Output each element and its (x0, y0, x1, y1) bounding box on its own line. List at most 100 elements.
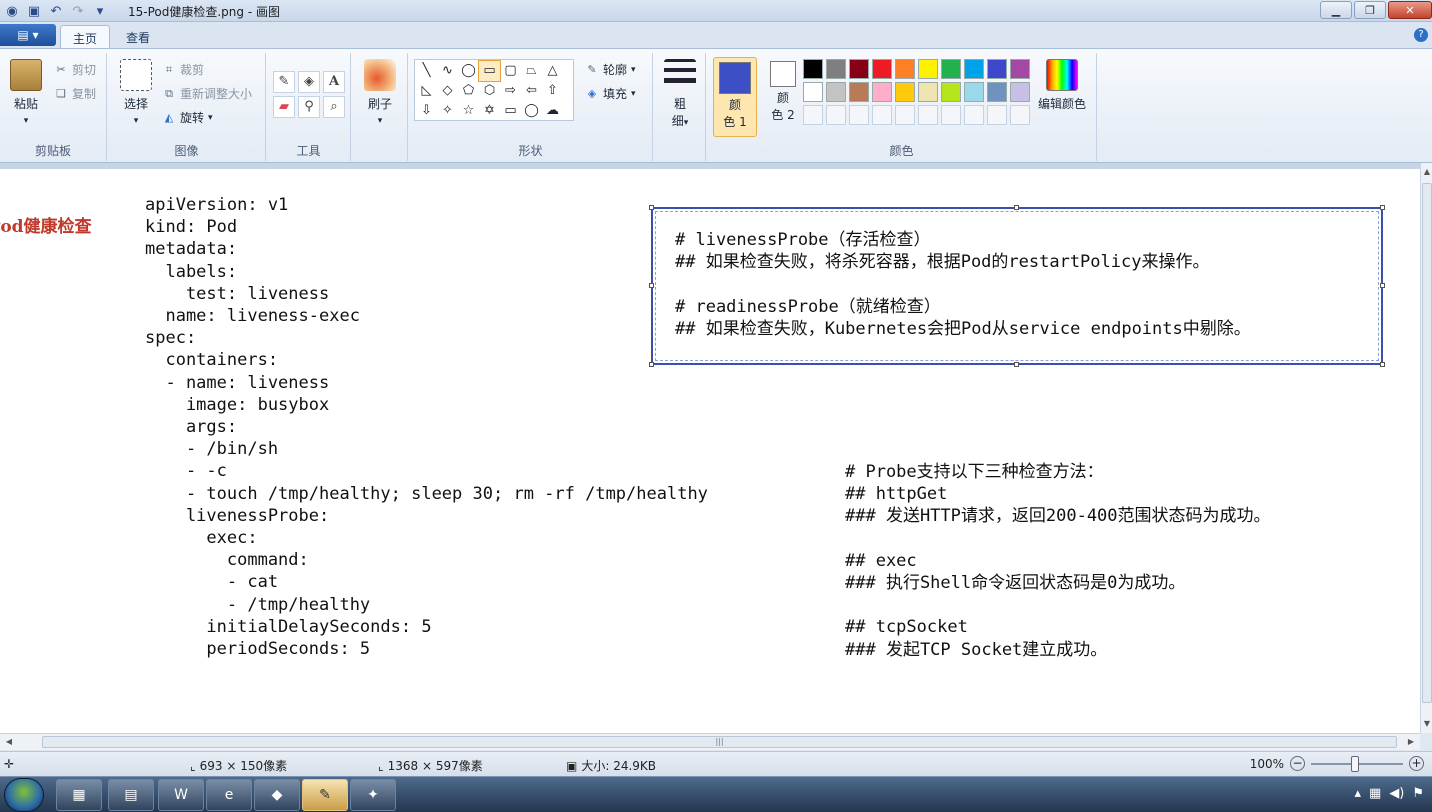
palette-swatch[interactable] (803, 105, 823, 125)
selection-handle[interactable] (1380, 283, 1385, 288)
diamond-shape-icon[interactable]: ◇ (437, 81, 458, 101)
vertical-scrollbar[interactable]: ▲ ▼ (1420, 163, 1432, 733)
polygon-shape-icon[interactable]: ⏢ (521, 61, 542, 81)
selection-handle[interactable] (1014, 362, 1019, 367)
outline-button[interactable]: ✎ 轮廓 ▾ (585, 61, 635, 78)
selection-handle[interactable] (649, 362, 654, 367)
palette-swatch[interactable] (964, 59, 984, 79)
pentagon-shape-icon[interactable]: ⬠ (458, 81, 479, 101)
down-arrow-shape-icon[interactable]: ⇩ (416, 101, 437, 121)
scroll-up-icon[interactable]: ▲ (1421, 165, 1432, 179)
crop-button[interactable]: ⌗ 裁剪 (162, 61, 204, 78)
scroll-left-icon[interactable]: ◀ (2, 735, 16, 749)
palette-swatch[interactable] (895, 82, 915, 102)
palette-swatch[interactable] (872, 59, 892, 79)
color2-button[interactable]: 颜色 2 (763, 61, 803, 123)
help-icon[interactable]: ? (1414, 28, 1428, 42)
curve-shape-icon[interactable]: ∿ (437, 61, 458, 81)
palette-swatch[interactable] (964, 105, 984, 125)
palette-swatch[interactable] (826, 82, 846, 102)
palette-swatch[interactable] (987, 59, 1007, 79)
fill-button[interactable]: ◈ 填充 ▾ (585, 85, 636, 102)
palette-swatch[interactable] (987, 82, 1007, 102)
close-button[interactable]: ✕ (1388, 1, 1432, 19)
palette-swatch[interactable] (987, 105, 1007, 125)
selection-handle[interactable] (1380, 362, 1385, 367)
palette-swatch[interactable] (872, 82, 892, 102)
rectangle-shape-icon[interactable]: ▭ (478, 60, 501, 82)
palette-swatch[interactable] (849, 59, 869, 79)
palette-swatch[interactable] (803, 59, 823, 79)
start-button[interactable] (4, 778, 44, 812)
palette-swatch[interactable] (941, 82, 961, 102)
callout-oval-shape-icon[interactable]: ◯ (521, 101, 542, 121)
selection-handle[interactable] (1014, 205, 1019, 210)
vertical-scroll-thumb[interactable] (1422, 183, 1432, 703)
right-triangle-shape-icon[interactable]: ◺ (416, 81, 437, 101)
up-arrow-shape-icon[interactable]: ⇧ (542, 81, 563, 101)
network-icon[interactable]: ▦ (1369, 786, 1381, 801)
ie-icon[interactable]: e (206, 779, 252, 811)
fill-bucket-icon[interactable]: ◈ (298, 71, 320, 93)
resize-button[interactable]: ⧉ 重新调整大小 (162, 85, 252, 102)
palette-swatch[interactable] (849, 105, 869, 125)
callout-rect-shape-icon[interactable]: ▭ (500, 101, 521, 121)
paste-button[interactable]: 粘贴 ▾ (8, 59, 44, 126)
pencil-icon[interactable]: ✎ (273, 71, 295, 93)
paint-app-icon[interactable]: ◉ (4, 3, 20, 19)
palette-swatch[interactable] (941, 105, 961, 125)
palette-swatch[interactable] (1010, 82, 1030, 102)
explorer-icon[interactable]: ▦ (56, 779, 102, 811)
palette-swatch[interactable] (1010, 105, 1030, 125)
zoom-slider-thumb[interactable] (1351, 755, 1359, 772)
drawing-canvas[interactable]: Pod健康检查 apiVersion: v1kind: Podmetadata:… (0, 169, 1420, 733)
edit-colors-button[interactable]: 编辑颜色 (1033, 59, 1091, 112)
scroll-right-icon[interactable]: ▶ (1404, 735, 1418, 749)
undo-icon[interactable]: ↶ (48, 3, 64, 19)
palette-swatch[interactable] (1010, 59, 1030, 79)
line-shape-icon[interactable]: ╲ (416, 61, 437, 81)
palette-swatch[interactable] (895, 59, 915, 79)
star4-shape-icon[interactable]: ✧ (437, 101, 458, 121)
scroll-down-icon[interactable]: ▼ (1421, 717, 1432, 731)
app2-icon[interactable]: ✦ (350, 779, 396, 811)
paint-icon[interactable]: ✎ (302, 779, 348, 811)
star5-shape-icon[interactable]: ☆ (458, 101, 479, 121)
selected-note-box[interactable]: # livenessProbe（存活检查） ## 如果检查失败，将杀死容器，根据P… (651, 207, 1383, 365)
palette-swatch[interactable] (826, 59, 846, 79)
size-button[interactable]: 粗细▾ (660, 59, 700, 129)
word-icon[interactable]: W (158, 779, 204, 811)
restore-button[interactable]: ❐ (1354, 1, 1386, 19)
save-icon[interactable]: ▣ (26, 3, 42, 19)
right-arrow-shape-icon[interactable]: ⇨ (500, 81, 521, 101)
zoom-in-icon[interactable]: + (1409, 756, 1424, 771)
tray-arrow-icon[interactable]: ▴ (1354, 786, 1361, 801)
palette-swatch[interactable] (964, 82, 984, 102)
dropdown-icon[interactable]: ▾ (92, 3, 108, 19)
star6-shape-icon[interactable]: ✡ (479, 101, 500, 121)
selection-handle[interactable] (649, 283, 654, 288)
palette-swatch[interactable] (826, 105, 846, 125)
redo-icon[interactable]: ↷ (70, 3, 86, 19)
palette-swatch[interactable] (918, 59, 938, 79)
zoom-out-icon[interactable]: − (1290, 756, 1305, 771)
action-center-icon[interactable]: ⚑ (1412, 786, 1424, 801)
palette-swatch[interactable] (849, 82, 869, 102)
triangle-shape-icon[interactable]: △ (542, 61, 563, 81)
volume-icon[interactable]: ◀) (1389, 786, 1404, 801)
selection-handle[interactable] (1380, 205, 1385, 210)
color-picker-icon[interactable]: ⚲ (298, 96, 320, 118)
horizontal-scroll-thumb[interactable]: ||| (42, 736, 1397, 748)
oval-shape-icon[interactable]: ◯ (458, 61, 479, 81)
magnifier-icon[interactable]: ⌕ (323, 96, 345, 118)
palette-swatch[interactable] (803, 82, 823, 102)
select-button[interactable]: 选择 ▾ (116, 59, 156, 126)
left-arrow-shape-icon[interactable]: ⇦ (521, 81, 542, 101)
minimize-button[interactable]: ▁ (1320, 1, 1352, 19)
app-icon[interactable]: ◆ (254, 779, 300, 811)
rotate-button[interactable]: ◭ 旋转 ▾ (162, 109, 213, 126)
palette-swatch[interactable] (872, 105, 892, 125)
eraser-icon[interactable]: ▰ (273, 96, 295, 118)
tab-home[interactable]: 主页 (60, 25, 111, 48)
cut-button[interactable]: ✂ 剪切 (54, 61, 96, 78)
